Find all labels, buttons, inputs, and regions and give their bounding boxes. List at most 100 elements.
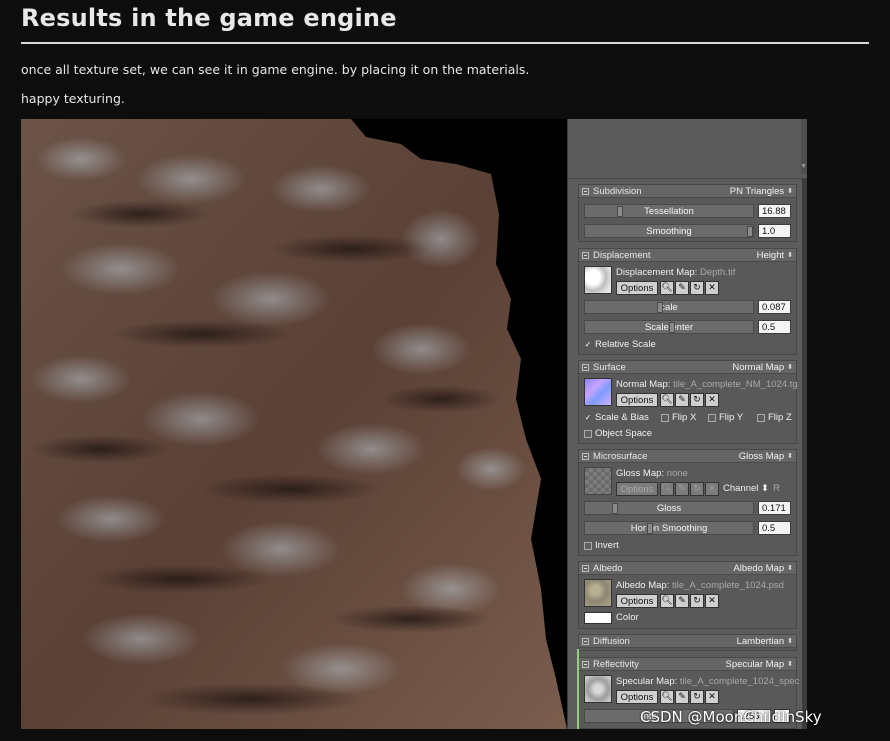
albedo-map-file: tile_A_complete_1024.psd: [671, 580, 784, 591]
slider-knob[interactable]: [617, 206, 623, 217]
collapse-icon[interactable]: [582, 660, 589, 668]
section-subdivision: Subdivision PN Triangles ⬍ Tessellation …: [578, 184, 797, 242]
search-icon[interactable]: 🔍︎: [660, 393, 674, 407]
object-space-checkbox[interactable]: Object Space: [584, 428, 652, 439]
diffusion-mode-select[interactable]: Lambertian: [737, 636, 785, 647]
clear-icon[interactable]: ✕: [705, 690, 719, 704]
albedo-options-button[interactable]: Options: [616, 594, 658, 608]
slider-knob[interactable]: [669, 322, 675, 333]
search-icon[interactable]: 🔍︎: [660, 690, 674, 704]
updown-arrows-icon: ⬍: [787, 565, 793, 572]
eyedropper-icon[interactable]: ✎: [675, 690, 689, 704]
albedo-map-thumbnail[interactable]: [584, 579, 612, 607]
scroll-down-icon[interactable]: ▼: [800, 163, 807, 170]
search-icon[interactable]: 🔍︎: [660, 482, 674, 496]
engine-screenshot: ▼ Subdivision PN Triangles ⬍ Tessellatio…: [21, 119, 807, 729]
gloss-map-file: none: [666, 468, 688, 479]
tessellation-slider[interactable]: Tessellation: [584, 204, 754, 218]
search-icon[interactable]: 🔍︎: [660, 594, 674, 608]
albedo-mode-select[interactable]: Albedo Map: [733, 563, 784, 574]
clear-icon[interactable]: ✕: [705, 594, 719, 608]
gloss-value-field[interactable]: 0.171: [758, 501, 791, 515]
updown-arrows-icon: ⬍: [787, 638, 793, 645]
smoothing-value-field[interactable]: 1.0: [758, 224, 791, 238]
collapse-icon[interactable]: [582, 452, 589, 460]
scale-bias-checkbox[interactable]: ✓ Scale & Bias: [584, 412, 649, 423]
clear-icon[interactable]: ✕: [705, 482, 719, 496]
smoothing-slider[interactable]: Smoothing: [584, 224, 754, 238]
displacement-map-label: Displacement Map: Depth.tif: [616, 267, 736, 278]
material-editor-panel: ▼ Subdivision PN Triangles ⬍ Tessellatio…: [567, 119, 807, 729]
specular-map-file: tile_A_complete_1024_spec: [679, 676, 800, 687]
section-albedo: Albedo Albedo Map ⬍ Albedo Map: tile_A_c…: [578, 561, 797, 629]
horizon-smoothing-value-field[interactable]: 0.5: [758, 521, 791, 535]
gloss-map-thumbnail[interactable]: [584, 467, 612, 495]
checkmark-icon: ✓: [584, 339, 592, 349]
clear-icon[interactable]: ✕: [705, 281, 719, 295]
normal-options-button[interactable]: Options: [616, 393, 658, 407]
slider-knob[interactable]: [747, 226, 753, 237]
displacement-mode-select[interactable]: Height: [757, 250, 784, 261]
slider-knob[interactable]: [612, 503, 618, 514]
gloss-options-button[interactable]: Options: [616, 482, 658, 496]
section-header-reflectivity[interactable]: Reflectivity Specular Map ⬍: [579, 658, 796, 671]
reload-icon[interactable]: ↻: [690, 594, 704, 608]
section-header-surface[interactable]: Surface Normal Map ⬍: [579, 361, 796, 374]
channel-select[interactable]: Channel ⬍ R: [723, 483, 780, 494]
reload-icon[interactable]: ↻: [690, 281, 704, 295]
eyedropper-icon[interactable]: ✎: [675, 594, 689, 608]
page-title: Results in the game engine: [21, 4, 397, 32]
collapse-icon[interactable]: [582, 363, 589, 371]
normal-map-thumbnail[interactable]: [584, 378, 612, 406]
surface-mode-select[interactable]: Normal Map: [732, 362, 784, 373]
clear-icon[interactable]: ✕: [705, 393, 719, 407]
tessellation-value-field[interactable]: 16.88: [758, 204, 791, 218]
collapse-icon[interactable]: [582, 564, 589, 572]
albedo-color-swatch[interactable]: [584, 612, 612, 624]
displacement-map-thumbnail[interactable]: [584, 266, 612, 294]
scale-value-field[interactable]: 0.087: [758, 300, 791, 314]
slider-knob[interactable]: [657, 302, 663, 313]
displacement-options-button[interactable]: Options: [616, 281, 658, 295]
checkmark-icon: ✓: [584, 412, 592, 422]
panel-scrollbar[interactable]: [802, 179, 807, 729]
reload-icon[interactable]: ↻: [690, 690, 704, 704]
updown-arrows-icon: ⬍: [761, 483, 769, 494]
search-icon[interactable]: 🔍︎: [660, 281, 674, 295]
section-header-microsurface[interactable]: Microsurface Gloss Map ⬍: [579, 450, 796, 463]
eyedropper-icon[interactable]: ✎: [675, 393, 689, 407]
eyedropper-icon[interactable]: ✎: [675, 281, 689, 295]
scale-center-value-field[interactable]: 0.5: [758, 320, 791, 334]
section-header-albedo[interactable]: Albedo Albedo Map ⬍: [579, 562, 796, 575]
eyedropper-icon[interactable]: ✎: [675, 482, 689, 496]
reflectivity-mode-select[interactable]: Specular Map: [726, 659, 785, 670]
scale-center-slider[interactable]: Scale enter: [584, 320, 754, 334]
invert-checkbox[interactable]: Invert: [584, 540, 619, 551]
subdivision-mode-select[interactable]: PN Triangles: [730, 186, 784, 197]
section-header-displacement[interactable]: Displacement Height ⬍: [579, 249, 796, 262]
collapse-icon[interactable]: [582, 187, 589, 195]
gloss-slider[interactable]: Gloss: [584, 501, 754, 515]
collapse-icon[interactable]: [582, 637, 589, 645]
updown-arrows-icon: ⬍: [787, 364, 793, 371]
section-displacement: Displacement Height ⬍ Displacement Map: …: [578, 248, 797, 355]
scale-slider[interactable]: cale: [584, 300, 754, 314]
specular-map-label: Specular Map: tile_A_complete_1024_spec: [616, 676, 800, 687]
section-header-diffusion[interactable]: Diffusion Lambertian ⬍: [579, 635, 796, 648]
flip-x-checkbox[interactable]: Flip X: [661, 412, 696, 423]
reload-icon[interactable]: ↻: [690, 482, 704, 496]
specular-options-button[interactable]: Options: [616, 690, 658, 704]
microsurface-mode-select[interactable]: Gloss Map: [739, 451, 784, 462]
specular-map-thumbnail[interactable]: [584, 675, 612, 703]
reload-icon[interactable]: ↻: [690, 393, 704, 407]
slider-knob[interactable]: [647, 523, 653, 534]
rock-wall-render: [21, 119, 567, 729]
section-header-subdivision[interactable]: Subdivision PN Triangles ⬍: [579, 185, 796, 198]
relative-scale-checkbox[interactable]: ✓ Relative Scale: [584, 339, 656, 350]
flip-z-checkbox[interactable]: Flip Z: [757, 412, 792, 423]
selection-indicator: [577, 649, 579, 729]
flip-y-checkbox[interactable]: Flip Y: [708, 412, 743, 423]
section-microsurface: Microsurface Gloss Map ⬍ Gloss Map: none…: [578, 449, 797, 556]
collapse-icon[interactable]: [582, 251, 589, 259]
horizon-smoothing-slider[interactable]: Hor on Smoothing: [584, 521, 754, 535]
